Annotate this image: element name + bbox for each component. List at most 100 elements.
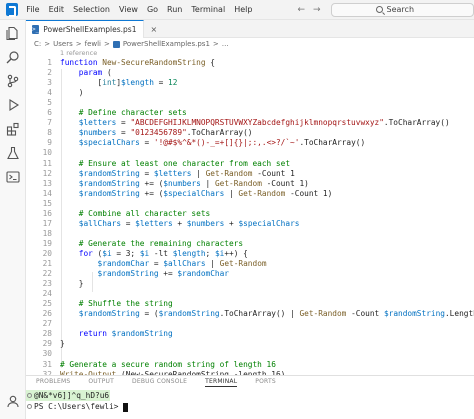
code-token: =	[116, 128, 131, 138]
back-arrow-icon[interactable]: ←	[297, 5, 305, 15]
code-token: # Generate the remaining characters	[60, 238, 244, 248]
menu-go[interactable]: Go	[147, 5, 158, 14]
code-token: # Define character sets	[60, 108, 187, 118]
menu-help[interactable]: Help	[234, 5, 252, 14]
code-token: (	[92, 248, 103, 258]
code-token: =	[139, 138, 154, 148]
explorer-icon[interactable]	[6, 26, 20, 40]
code-token: |	[205, 259, 220, 268]
menu-file[interactable]: File	[26, 5, 39, 14]
code-token: Get-Random	[214, 178, 262, 188]
code-token: -Count 1)	[285, 188, 333, 198]
tab-output[interactable]: OUTPUT	[88, 378, 114, 387]
code-token: }	[60, 279, 84, 289]
menu-run[interactable]: Run	[167, 5, 182, 14]
breadcrumb-file[interactable]: PowerShellExamples.ps1	[123, 40, 210, 48]
close-icon[interactable]: ×	[150, 25, 157, 34]
code-token: int	[102, 78, 117, 88]
breadcrumb-drive[interactable]: C:	[34, 40, 41, 48]
code-token: $randomString	[60, 178, 140, 188]
code-token: $length	[121, 78, 154, 88]
code-token: '!@#$%^&*()-_=+[]{}|;:,.<>?/`~'	[153, 138, 300, 148]
command-status-icon	[27, 393, 32, 398]
code-token: Get-Random	[238, 188, 286, 198]
code-token: -Count	[346, 309, 384, 319]
code-token: = 3;	[111, 248, 140, 258]
testing-flask-icon[interactable]	[6, 146, 20, 160]
search-view-icon[interactable]	[6, 50, 20, 64]
command-status-icon	[27, 404, 32, 409]
code-token: $letters	[153, 168, 192, 178]
code-token: param	[60, 68, 103, 78]
extensions-icon[interactable]	[6, 122, 20, 136]
code-token: = (	[139, 309, 159, 319]
code-token: $randomString	[60, 269, 159, 279]
forward-arrow-icon[interactable]: →	[313, 5, 321, 15]
code-token: "0123456789"	[130, 128, 187, 138]
breadcrumb-separator: >	[75, 40, 82, 48]
terminal-output-line: @N&*v6]]^q_hD?u6	[26, 390, 474, 401]
breadcrumb-users[interactable]: Users	[53, 40, 73, 48]
terminal-prompt-line[interactable]: PS C:\Users\fewli>	[26, 401, 474, 412]
powershell-file-icon	[112, 40, 120, 48]
breadcrumb: C: > Users > fewli > PowerShellExamples.…	[34, 40, 229, 48]
vscode-logo-icon	[6, 3, 19, 17]
tab-ports[interactable]: PORTS	[255, 378, 276, 387]
code-token: $randomString	[60, 188, 140, 198]
run-debug-icon[interactable]	[6, 98, 20, 112]
code-token: # Ensure at least one character from eac…	[60, 158, 291, 168]
code-token: =	[153, 78, 168, 88]
code-token: $randomString	[158, 309, 220, 319]
menu-terminal[interactable]: Terminal	[191, 5, 225, 14]
tab-powershell-examples[interactable]: >_ PowerShellExamples.ps1 ×	[26, 20, 157, 38]
search-label: Search	[386, 5, 415, 14]
code-token: .ToCharArray()	[383, 118, 450, 128]
terminal-cursor	[123, 402, 129, 412]
breadcrumb-separator: >	[212, 40, 219, 48]
account-icon[interactable]	[6, 394, 20, 408]
code-token: .Length) -join ''	[444, 309, 474, 319]
code-token: .ToCharArray() |	[219, 309, 300, 319]
code-token: Get-Random	[205, 168, 253, 178]
breadcrumb-more[interactable]: …	[222, 40, 229, 48]
code-token: # Combine all character sets	[60, 208, 211, 218]
powershell-icon[interactable]	[6, 170, 20, 184]
code-token: ;	[205, 248, 215, 258]
tab-debug-console[interactable]: DEBUG CONSOLE	[132, 378, 187, 387]
code-token: $numbers	[60, 128, 117, 138]
code-editor[interactable]: 1 reference 1 function New-SecureRandomSt…	[26, 49, 474, 375]
code-token: $specialChars	[238, 218, 300, 228]
code-token: .ToCharArray()	[186, 128, 253, 138]
bottom-panel: PROBLEMS OUTPUT DEBUG CONSOLE TERMINAL P…	[26, 375, 474, 419]
code-token: $randomString	[60, 309, 140, 319]
breadcrumb-user[interactable]: fewli	[85, 40, 101, 48]
title-bar: File Edit Selection View Go Run Terminal…	[0, 0, 474, 20]
code-token: +	[224, 218, 239, 228]
code-token: $randomChar	[60, 259, 150, 268]
menu-selection[interactable]: Selection	[73, 5, 110, 14]
menu-view[interactable]: View	[119, 5, 138, 14]
code-token: function	[60, 58, 103, 67]
code-token: $randomString	[383, 309, 445, 319]
code-token: Get-Random	[219, 259, 267, 268]
code-token: $specialChars	[163, 188, 225, 198]
code-token: +=	[158, 269, 178, 279]
command-center-search[interactable]: Search	[330, 2, 474, 17]
code-token: "ABCDEFGHIJKLMNOPQRSTUVWXYZabcdefghijklm…	[130, 118, 384, 128]
tab-label: PowerShellExamples.ps1	[43, 25, 137, 34]
reference-codelens[interactable]: 1 reference	[60, 49, 97, 58]
navigation-arrows: ← →	[297, 5, 320, 15]
code-token: -Count 1	[252, 168, 295, 178]
panel-tabs: PROBLEMS OUTPUT DEBUG CONSOLE TERMINAL P…	[36, 378, 276, 387]
breadcrumb-separator: >	[104, 40, 110, 48]
code-token: for	[60, 248, 93, 258]
code-token: Get-Random	[299, 309, 347, 319]
code-token: 12	[168, 78, 178, 88]
source-control-icon[interactable]	[6, 74, 20, 88]
terminal[interactable]: @N&*v6]]^q_hD?u6 PS C:\Users\fewli>	[26, 390, 474, 412]
code-token: |	[191, 168, 206, 178]
menu-edit[interactable]: Edit	[49, 5, 65, 14]
tab-problems[interactable]: PROBLEMS	[36, 378, 70, 387]
tab-terminal[interactable]: TERMINAL	[205, 378, 238, 387]
code-token: # Shuffle the string	[60, 299, 173, 309]
